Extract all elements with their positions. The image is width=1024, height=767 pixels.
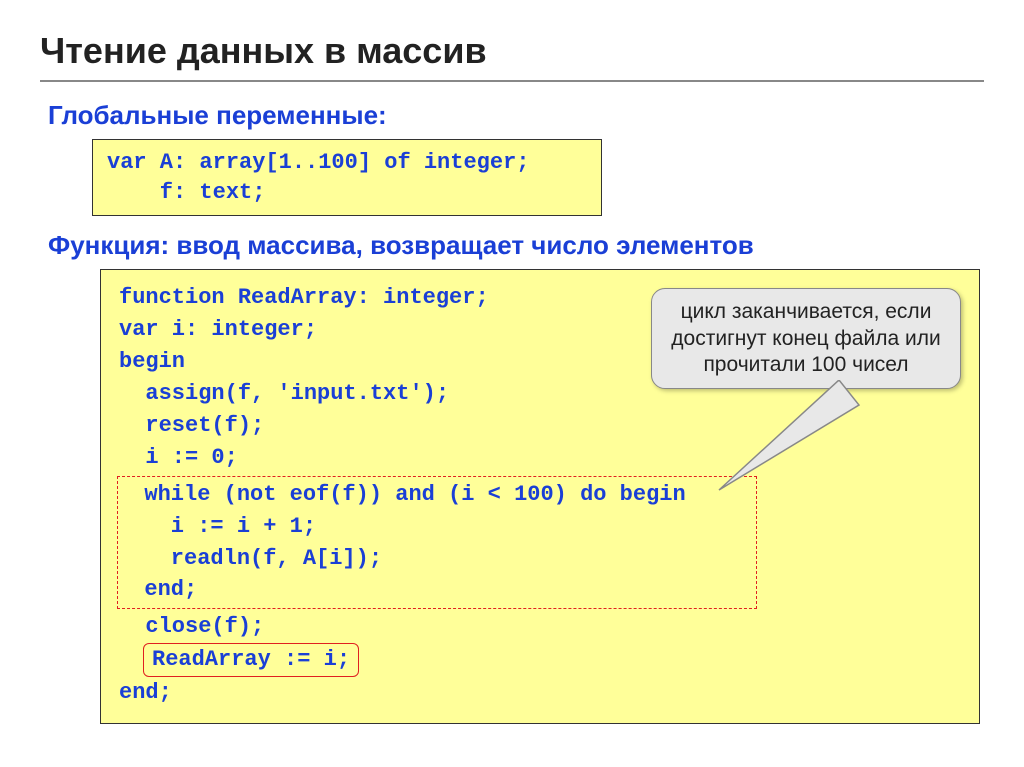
code-line: i := i + 1; [118,511,756,543]
highlight-solid: ReadArray := i; [143,643,359,677]
subheading-function: Функция: ввод массива, возвращает число … [48,230,984,261]
code-line: end; [119,677,961,709]
highlight-dashed: while (not eof(f)) and (i < 100) do begi… [117,476,757,610]
callout-bubble: цикл заканчивается, если достигнут конец… [651,288,961,389]
code-globals: var A: array[1..100] of integer; f: text… [92,139,602,216]
page-title: Чтение данных в массив [40,30,984,72]
code-function-box: цикл заканчивается, если достигнут конец… [100,269,980,724]
code-line: close(f); [119,611,961,643]
code-line: readln(f, A[i]); [118,543,756,575]
divider [40,80,984,82]
code-line: ReadArray := i; [152,647,350,672]
subheading-globals: Глобальные переменные: [48,100,984,131]
code-line: end; [118,574,756,606]
code-line: while (not eof(f)) and (i < 100) do begi… [118,479,756,511]
